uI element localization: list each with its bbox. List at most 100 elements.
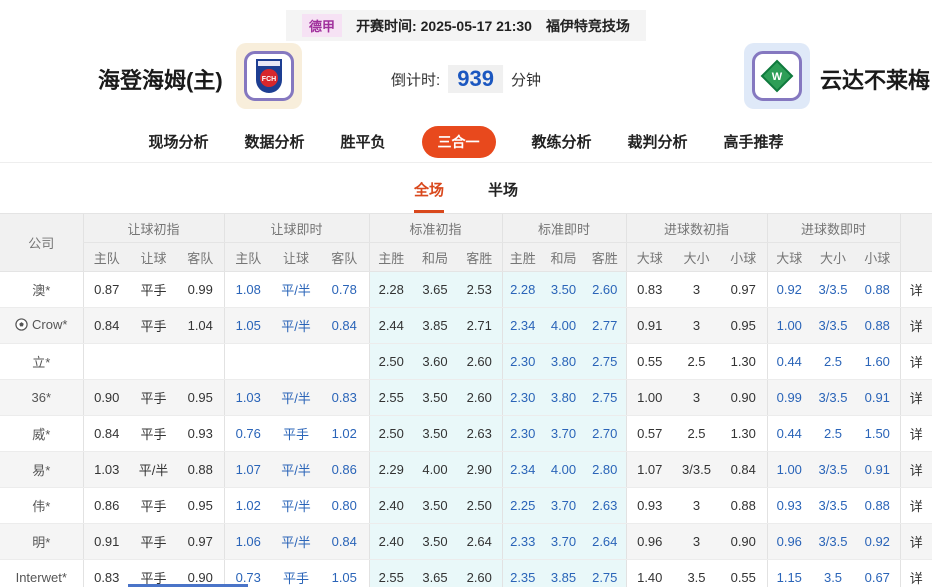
odds-cell: 2.75 (584, 379, 626, 416)
column-subheader: 大球 (625, 242, 673, 272)
company-cell[interactable]: Interwet* (0, 559, 83, 587)
nav-tab-item[interactable]: 高手推荐 (724, 131, 784, 152)
odds-cell: 平手 (130, 559, 177, 587)
odds-cell: 2.70 (584, 415, 626, 452)
column-subheader: 让球 (272, 242, 320, 272)
countdown-label: 倒计时: (391, 71, 441, 89)
odds-cell: 2.60 (457, 559, 502, 587)
odds-cell: 0.73 (223, 559, 272, 587)
column-subheader: 客队 (320, 242, 369, 272)
odds-cell: 0.57 (625, 415, 673, 452)
company-cell[interactable]: Crow* (0, 307, 83, 344)
odds-cell (82, 343, 130, 380)
odds-cell: 3.50 (413, 523, 457, 560)
away-team-name: 云达不莱梅 (820, 68, 931, 93)
odds-cell: 3.70 (543, 523, 584, 560)
odds-cell: 2.64 (457, 523, 502, 560)
nav-tab-item[interactable]: 数据分析 (244, 131, 304, 152)
odds-cell: 3.5 (811, 559, 856, 587)
column-subheader: 主胜 (501, 242, 543, 272)
odds-cell: 0.87 (82, 271, 130, 308)
odds-cell: 2.60 (457, 343, 502, 380)
odds-cell: 1.06 (223, 523, 272, 560)
detail-link[interactable]: 详 (899, 379, 932, 416)
odds-cell: 0.84 (320, 307, 369, 344)
odds-cell: 2.55 (368, 379, 413, 416)
detail-link[interactable]: 详 (899, 307, 932, 344)
detail-link[interactable]: 详 (899, 451, 932, 488)
tab-full-match[interactable]: 全场 (413, 179, 444, 213)
table-row: 36* 0.90 平手 0.95 1.03 平/半 0.83 2.55 3.50 2.60 2.30… (0, 379, 932, 416)
odds-cell: 0.88 (720, 487, 768, 524)
company-name: 明* (32, 535, 51, 550)
odds-cell: 2.30 (501, 379, 543, 416)
company-cell[interactable]: 澳* (0, 271, 83, 308)
odds-cell: 2.60 (584, 271, 626, 308)
svg-text:FCH: FCH (262, 76, 276, 83)
table-row: 伟* 0.86 平手 0.95 1.02 平/半 0.80 2.40 3.50 2.50 2.25 3… (0, 487, 932, 524)
odds-cell: 2.33 (501, 523, 543, 560)
detail-link[interactable]: 详 (899, 271, 932, 308)
company-cell[interactable]: 易* (0, 451, 83, 488)
company-name: 立* (32, 355, 51, 370)
odds-cell: 0.90 (82, 379, 130, 416)
odds-cell: 0.84 (82, 415, 130, 452)
column-header-detail (899, 213, 932, 272)
detail-link[interactable]: 详 (899, 343, 932, 380)
company-cell[interactable]: 威* (0, 415, 83, 452)
odds-cell: 2.34 (501, 451, 543, 488)
odds-cell: 0.88 (855, 487, 901, 524)
odds-cell: 0.86 (82, 487, 130, 524)
odds-cell: 平/半 (272, 379, 320, 416)
odds-cell: 1.00 (766, 451, 812, 488)
nav-tab-active[interactable]: 三合一 (421, 125, 496, 158)
detail-link[interactable]: 详 (899, 487, 932, 524)
odds-cell: 平/半 (272, 523, 320, 560)
odds-cell: 平手 (130, 523, 177, 560)
odds-cell: 2.44 (368, 307, 413, 344)
odds-cell: 0.95 (720, 307, 768, 344)
odds-cell: 2.64 (584, 523, 626, 560)
odds-cell: 1.00 (766, 307, 812, 344)
nav-tab-item[interactable]: 裁判分析 (628, 131, 688, 152)
odds-cell: 1.07 (223, 451, 272, 488)
odds-cell: 2.71 (457, 307, 502, 344)
odds-cell: 0.91 (82, 523, 130, 560)
odds-cell: 2.75 (584, 559, 626, 587)
odds-cell: 0.96 (766, 523, 812, 560)
odds-cell: 0.91 (625, 307, 673, 344)
company-cell[interactable]: 立* (0, 343, 83, 380)
nav-tab-item[interactable]: 现场分析 (148, 131, 208, 152)
odds-cell: 1.04 (177, 307, 224, 344)
column-group-standard_initial: 标准初指 (368, 213, 502, 243)
odds-cell: 2.28 (501, 271, 543, 308)
odds-cell: 2.25 (501, 487, 543, 524)
company-cell[interactable]: 明* (0, 523, 83, 560)
odds-cell: 3/3.5 (811, 487, 856, 524)
odds-cell: 2.35 (501, 559, 543, 587)
odds-cell: 0.99 (177, 271, 224, 308)
odds-cell: 0.90 (177, 559, 224, 587)
odds-cell: 平手 (130, 271, 177, 308)
away-team-logo: W (744, 43, 810, 109)
company-cell[interactable]: 36* (0, 379, 83, 416)
odds-cell: 3 (673, 487, 720, 524)
nav-tab-item[interactable]: 教练分析 (532, 131, 592, 152)
detail-link[interactable]: 详 (899, 415, 932, 452)
detail-link[interactable]: 详 (899, 523, 932, 560)
odds-cell: 2.60 (457, 379, 502, 416)
detail-link[interactable]: 详 (899, 559, 932, 587)
column-group-standard_live: 标准即时 (501, 213, 626, 243)
tab-half-match[interactable]: 半场 (488, 179, 518, 213)
odds-cell: 1.30 (720, 343, 768, 380)
odds-cell: 2.5 (673, 343, 720, 380)
odds-cell: 0.44 (766, 343, 812, 380)
odds-cell: 0.84 (720, 451, 768, 488)
odds-cell: 0.84 (320, 523, 369, 560)
odds-cell: 2.90 (457, 451, 502, 488)
company-cell[interactable]: 伟* (0, 487, 83, 524)
table-row: Crow* 0.84 平手 1.04 1.05 平/半 0.84 2.44 3.85 2.71 2.… (0, 307, 932, 344)
company-name: 易* (32, 463, 51, 478)
nav-tab-item[interactable]: 胜平负 (340, 131, 385, 152)
odds-cell: 3/3.5 (811, 307, 856, 344)
